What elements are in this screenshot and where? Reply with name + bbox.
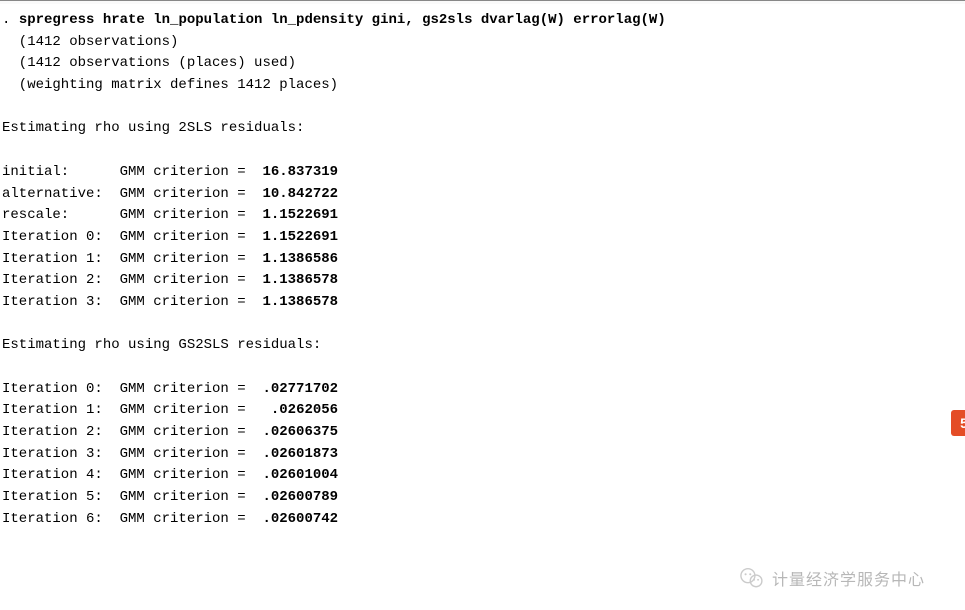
watermark: 计量经济学服务中心 bbox=[738, 564, 925, 592]
iteration-row: Iteration 4: GMM criterion = .02601004 bbox=[2, 465, 965, 487]
iteration-row: Iteration 3: GMM criterion = .02601873 bbox=[2, 444, 965, 466]
iter-mid: GMM criterion = bbox=[111, 424, 262, 440]
section-title: Estimating rho using 2SLS residuals: bbox=[2, 118, 965, 140]
iteration-row: Iteration 2: GMM criterion = .02606375 bbox=[2, 422, 965, 444]
iter-mid: GMM criterion = bbox=[111, 251, 262, 267]
iter-mid: GMM criterion = bbox=[111, 229, 262, 245]
iter-mid: GMM criterion = bbox=[111, 467, 262, 483]
iteration-row: alternative: GMM criterion = 10.842722 bbox=[2, 184, 965, 206]
iter-label: Iteration 0: bbox=[2, 229, 111, 245]
iter-mid: GMM criterion = bbox=[111, 164, 262, 180]
iteration-row: Iteration 1: GMM criterion = .0262056 bbox=[2, 400, 965, 422]
iteration-row: Iteration 1: GMM criterion = 1.1386586 bbox=[2, 249, 965, 271]
iter-label: Iteration 4: bbox=[2, 467, 111, 483]
iteration-row: Iteration 5: GMM criterion = .02600789 bbox=[2, 487, 965, 509]
wechat-icon bbox=[738, 564, 766, 592]
iter-value: .0262056 bbox=[271, 402, 338, 418]
iter-label: Iteration 1: bbox=[2, 251, 111, 267]
iter-value: 10.842722 bbox=[262, 186, 338, 202]
iteration-row: rescale: GMM criterion = 1.1522691 bbox=[2, 205, 965, 227]
iter-mid: GMM criterion = bbox=[111, 207, 262, 223]
iter-value: .02601004 bbox=[262, 467, 338, 483]
iter-value: .02600789 bbox=[262, 489, 338, 505]
iter-label: Iteration 2: bbox=[2, 424, 111, 440]
iter-value: 1.1386578 bbox=[262, 272, 338, 288]
stata-output: . spregress hrate ln_population ln_pdens… bbox=[0, 4, 965, 531]
iter-label: Iteration 3: bbox=[2, 446, 111, 462]
iter-value: .02771702 bbox=[262, 381, 338, 397]
iter-value: .02601873 bbox=[262, 446, 338, 462]
blank-line bbox=[2, 97, 965, 119]
iter-value: .02600742 bbox=[262, 511, 338, 527]
blank-line bbox=[2, 140, 965, 162]
iter-label: Iteration 0: bbox=[2, 381, 111, 397]
iter-mid: GMM criterion = bbox=[111, 186, 262, 202]
iter-value: 16.837319 bbox=[262, 164, 338, 180]
iter-value: 1.1522691 bbox=[262, 207, 338, 223]
iteration-row: Iteration 3: GMM criterion = 1.1386578 bbox=[2, 292, 965, 314]
html5-badge-icon: 5 bbox=[951, 410, 965, 436]
iteration-row: Iteration 2: GMM criterion = 1.1386578 bbox=[2, 270, 965, 292]
iter-label: Iteration 5: bbox=[2, 489, 111, 505]
iter-value: 1.1386578 bbox=[262, 294, 338, 310]
iter-value: .02606375 bbox=[262, 424, 338, 440]
command-line: . spregress hrate ln_population ln_pdens… bbox=[2, 10, 965, 32]
info-line: (1412 observations) bbox=[2, 32, 965, 54]
watermark-text: 计量经济学服务中心 bbox=[772, 566, 925, 590]
iteration-row: Iteration 0: GMM criterion = 1.1522691 bbox=[2, 227, 965, 249]
iter-label: alternative: bbox=[2, 186, 111, 202]
iter-mid: GMM criterion = bbox=[111, 294, 262, 310]
iter-mid: GMM criterion = bbox=[111, 402, 271, 418]
iteration-row: initial: GMM criterion = 16.837319 bbox=[2, 162, 965, 184]
iter-mid: GMM criterion = bbox=[111, 489, 262, 505]
blank-line bbox=[2, 357, 965, 379]
command-text: spregress hrate ln_population ln_pdensit… bbox=[19, 12, 666, 28]
iter-mid: GMM criterion = bbox=[111, 381, 262, 397]
blank-line bbox=[2, 314, 965, 336]
iter-label: Iteration 3: bbox=[2, 294, 111, 310]
info-line: (1412 observations (places) used) bbox=[2, 53, 965, 75]
iter-label: rescale: bbox=[2, 207, 111, 223]
iter-label: Iteration 2: bbox=[2, 272, 111, 288]
iter-mid: GMM criterion = bbox=[111, 446, 262, 462]
section-title: Estimating rho using GS2SLS residuals: bbox=[2, 335, 965, 357]
iter-label: Iteration 6: bbox=[2, 511, 111, 527]
iteration-row: Iteration 6: GMM criterion = .02600742 bbox=[2, 509, 965, 531]
iter-mid: GMM criterion = bbox=[111, 272, 262, 288]
info-line: (weighting matrix defines 1412 places) bbox=[2, 75, 965, 97]
iter-value: 1.1386586 bbox=[262, 251, 338, 267]
iter-label: initial: bbox=[2, 164, 111, 180]
iter-label: Iteration 1: bbox=[2, 402, 111, 418]
iter-value: 1.1522691 bbox=[262, 229, 338, 245]
prompt: . bbox=[2, 12, 19, 28]
iter-mid: GMM criterion = bbox=[111, 511, 262, 527]
iteration-row: Iteration 0: GMM criterion = .02771702 bbox=[2, 379, 965, 401]
